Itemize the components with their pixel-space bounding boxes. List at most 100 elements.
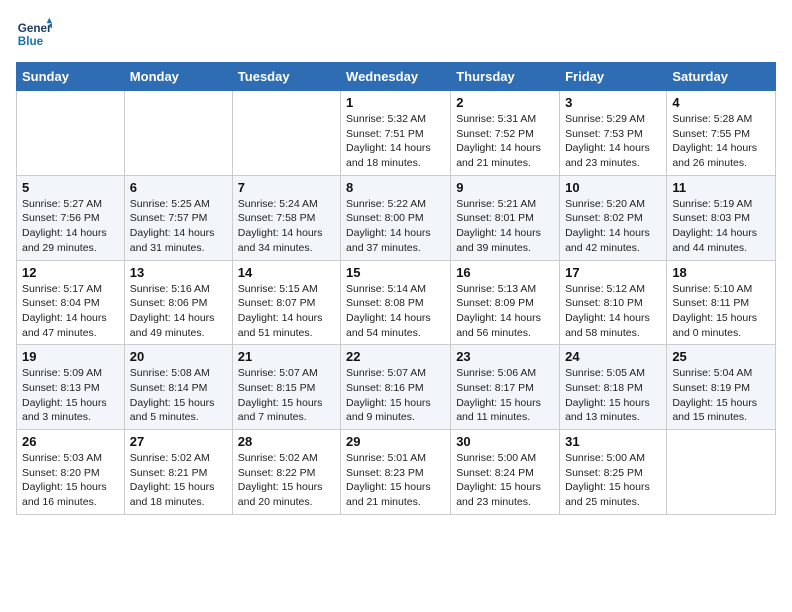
day-info: Sunrise: 5:21 AM Sunset: 8:01 PM Dayligh… — [456, 197, 554, 256]
day-number: 5 — [22, 180, 119, 195]
calendar-cell: 21 Sunrise: 5:07 AM Sunset: 8:15 PM Dayli… — [232, 345, 340, 430]
day-number: 8 — [346, 180, 445, 195]
day-info: Sunrise: 5:07 AM Sunset: 8:16 PM Dayligh… — [346, 366, 445, 425]
day-info: Sunrise: 5:03 AM Sunset: 8:20 PM Dayligh… — [22, 451, 119, 510]
calendar-cell: 16 Sunrise: 5:13 AM Sunset: 8:09 PM Dayli… — [451, 260, 560, 345]
calendar-cell: 8 Sunrise: 5:22 AM Sunset: 8:00 PM Daylig… — [341, 175, 451, 260]
calendar-cell: 1 Sunrise: 5:32 AM Sunset: 7:51 PM Daylig… — [341, 91, 451, 176]
calendar-cell: 2Sunrise: 5:31 AM Sunset: 7:52 PM Daylig… — [451, 91, 560, 176]
week-row-3: 12 Sunrise: 5:17 AM Sunset: 8:04 PM Dayli… — [17, 260, 776, 345]
week-row-5: 26 Sunrise: 5:03 AM Sunset: 8:20 PM Dayli… — [17, 430, 776, 515]
day-info: Sunrise: 5:01 AM Sunset: 8:23 PM Dayligh… — [346, 451, 445, 510]
day-info: Sunrise: 5:05 AM Sunset: 8:18 PM Dayligh… — [565, 366, 661, 425]
calendar-cell: 17 Sunrise: 5:12 AM Sunset: 8:10 PM Dayli… — [560, 260, 667, 345]
day-info: Sunrise: 5:17 AM Sunset: 8:04 PM Dayligh… — [22, 282, 119, 341]
calendar-cell: 5 Sunrise: 5:27 AM Sunset: 7:56 PM Daylig… — [17, 175, 125, 260]
days-of-week-row: SundayMondayTuesdayWednesdayThursdayFrid… — [17, 63, 776, 91]
dow-header-sunday: Sunday — [17, 63, 125, 91]
day-info: Sunrise: 5:07 AM Sunset: 8:15 PM Dayligh… — [238, 366, 335, 425]
day-number: 29 — [346, 434, 445, 449]
day-number: 6 — [130, 180, 227, 195]
calendar-cell: 20 Sunrise: 5:08 AM Sunset: 8:14 PM Dayli… — [124, 345, 232, 430]
calendar-cell: 12 Sunrise: 5:17 AM Sunset: 8:04 PM Dayli… — [17, 260, 125, 345]
day-info: Sunrise: 5:19 AM Sunset: 8:03 PM Dayligh… — [672, 197, 770, 256]
calendar-cell: 14 Sunrise: 5:15 AM Sunset: 8:07 PM Dayli… — [232, 260, 340, 345]
day-number: 4 — [672, 95, 770, 110]
day-info: Sunrise: 5:15 AM Sunset: 8:07 PM Dayligh… — [238, 282, 335, 341]
calendar-cell: 23 Sunrise: 5:06 AM Sunset: 8:17 PM Dayli… — [451, 345, 560, 430]
week-row-1: 1 Sunrise: 5:32 AM Sunset: 7:51 PM Daylig… — [17, 91, 776, 176]
day-info: Sunrise: 5:25 AM Sunset: 7:57 PM Dayligh… — [130, 197, 227, 256]
day-info: Sunrise: 5:22 AM Sunset: 8:00 PM Dayligh… — [346, 197, 445, 256]
day-number: 23 — [456, 349, 554, 364]
calendar-cell: 26 Sunrise: 5:03 AM Sunset: 8:20 PM Dayli… — [17, 430, 125, 515]
calendar-cell: 30Sunrise: 5:00 AM Sunset: 8:24 PM Dayli… — [451, 430, 560, 515]
day-number: 17 — [565, 265, 661, 280]
logo-icon: General Blue — [16, 16, 52, 52]
svg-text:Blue: Blue — [18, 35, 44, 48]
day-number: 9 — [456, 180, 554, 195]
day-info: Sunrise: 5:29 AM Sunset: 7:53 PM Dayligh… — [565, 112, 661, 171]
calendar-cell: 25Sunrise: 5:04 AM Sunset: 8:19 PM Dayli… — [667, 345, 776, 430]
dow-header-saturday: Saturday — [667, 63, 776, 91]
day-number: 1 — [346, 95, 445, 110]
day-number: 15 — [346, 265, 445, 280]
day-info: Sunrise: 5:00 AM Sunset: 8:25 PM Dayligh… — [565, 451, 661, 510]
day-info: Sunrise: 5:27 AM Sunset: 7:56 PM Dayligh… — [22, 197, 119, 256]
day-number: 13 — [130, 265, 227, 280]
calendar-cell: 22Sunrise: 5:07 AM Sunset: 8:16 PM Dayli… — [341, 345, 451, 430]
day-number: 3 — [565, 95, 661, 110]
day-info: Sunrise: 5:20 AM Sunset: 8:02 PM Dayligh… — [565, 197, 661, 256]
day-number: 27 — [130, 434, 227, 449]
dow-header-monday: Monday — [124, 63, 232, 91]
day-info: Sunrise: 5:16 AM Sunset: 8:06 PM Dayligh… — [130, 282, 227, 341]
day-number: 10 — [565, 180, 661, 195]
day-number: 11 — [672, 180, 770, 195]
day-number: 16 — [456, 265, 554, 280]
dow-header-wednesday: Wednesday — [341, 63, 451, 91]
logo: General Blue — [16, 16, 52, 52]
day-info: Sunrise: 5:31 AM Sunset: 7:52 PM Dayligh… — [456, 112, 554, 171]
day-info: Sunrise: 5:24 AM Sunset: 7:58 PM Dayligh… — [238, 197, 335, 256]
day-info: Sunrise: 5:02 AM Sunset: 8:21 PM Dayligh… — [130, 451, 227, 510]
day-number: 20 — [130, 349, 227, 364]
day-number: 7 — [238, 180, 335, 195]
calendar-cell — [232, 91, 340, 176]
day-number: 21 — [238, 349, 335, 364]
day-info: Sunrise: 5:08 AM Sunset: 8:14 PM Dayligh… — [130, 366, 227, 425]
calendar-cell: 27 Sunrise: 5:02 AM Sunset: 8:21 PM Dayli… — [124, 430, 232, 515]
svg-text:General: General — [18, 22, 52, 35]
calendar-cell: 3 Sunrise: 5:29 AM Sunset: 7:53 PM Daylig… — [560, 91, 667, 176]
day-number: 19 — [22, 349, 119, 364]
day-info: Sunrise: 5:28 AM Sunset: 7:55 PM Dayligh… — [672, 112, 770, 171]
calendar-cell: 13 Sunrise: 5:16 AM Sunset: 8:06 PM Dayli… — [124, 260, 232, 345]
calendar-cell: 15 Sunrise: 5:14 AM Sunset: 8:08 PM Dayli… — [341, 260, 451, 345]
calendar-cell: 18Sunrise: 5:10 AM Sunset: 8:11 PM Dayli… — [667, 260, 776, 345]
calendar-cell: 19 Sunrise: 5:09 AM Sunset: 8:13 PM Dayli… — [17, 345, 125, 430]
calendar-cell: 31 Sunrise: 5:00 AM Sunset: 8:25 PM Dayli… — [560, 430, 667, 515]
dow-header-thursday: Thursday — [451, 63, 560, 91]
day-info: Sunrise: 5:13 AM Sunset: 8:09 PM Dayligh… — [456, 282, 554, 341]
calendar-cell: 7 Sunrise: 5:24 AM Sunset: 7:58 PM Daylig… — [232, 175, 340, 260]
day-number: 18 — [672, 265, 770, 280]
day-number: 24 — [565, 349, 661, 364]
day-number: 14 — [238, 265, 335, 280]
day-info: Sunrise: 5:32 AM Sunset: 7:51 PM Dayligh… — [346, 112, 445, 171]
calendar-cell: 10 Sunrise: 5:20 AM Sunset: 8:02 PM Dayli… — [560, 175, 667, 260]
calendar-cell: 11 Sunrise: 5:19 AM Sunset: 8:03 PM Dayli… — [667, 175, 776, 260]
week-row-4: 19 Sunrise: 5:09 AM Sunset: 8:13 PM Dayli… — [17, 345, 776, 430]
calendar-cell: 28Sunrise: 5:02 AM Sunset: 8:22 PM Dayli… — [232, 430, 340, 515]
day-number: 31 — [565, 434, 661, 449]
calendar-cell — [667, 430, 776, 515]
calendar-cell — [124, 91, 232, 176]
day-number: 26 — [22, 434, 119, 449]
day-info: Sunrise: 5:06 AM Sunset: 8:17 PM Dayligh… — [456, 366, 554, 425]
day-number: 12 — [22, 265, 119, 280]
day-info: Sunrise: 5:09 AM Sunset: 8:13 PM Dayligh… — [22, 366, 119, 425]
day-number: 25 — [672, 349, 770, 364]
day-info: Sunrise: 5:12 AM Sunset: 8:10 PM Dayligh… — [565, 282, 661, 341]
dow-header-tuesday: Tuesday — [232, 63, 340, 91]
calendar-cell: 9 Sunrise: 5:21 AM Sunset: 8:01 PM Daylig… — [451, 175, 560, 260]
day-info: Sunrise: 5:14 AM Sunset: 8:08 PM Dayligh… — [346, 282, 445, 341]
calendar-body: 1 Sunrise: 5:32 AM Sunset: 7:51 PM Daylig… — [17, 91, 776, 515]
